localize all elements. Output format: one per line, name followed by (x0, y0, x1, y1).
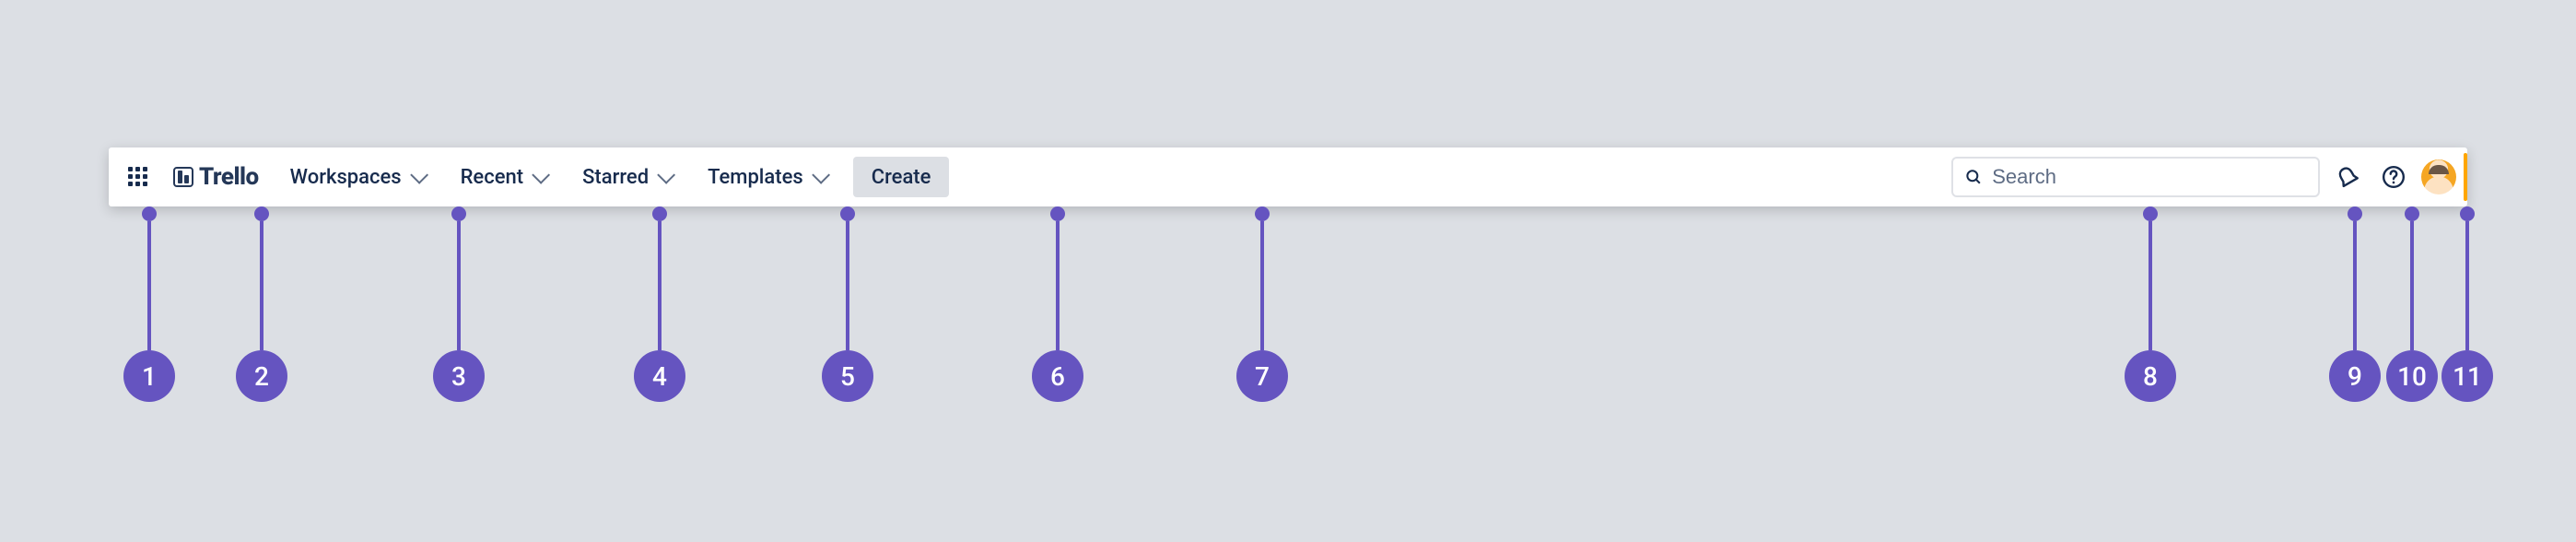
annotation-number: 11 (2441, 350, 2493, 402)
create-button-label: Create (872, 166, 931, 189)
annotation-line (658, 221, 662, 350)
annotation-dot (2348, 206, 2362, 221)
chevron-down-icon (532, 166, 550, 184)
annotation-number: 9 (2329, 350, 2381, 402)
menu-recent[interactable]: Recent (446, 159, 560, 195)
annotation-number: 1 (123, 350, 175, 402)
search-box[interactable] (1951, 157, 2320, 197)
annotation-line (2149, 221, 2152, 350)
annotation-marker: 9 (2329, 206, 2381, 402)
trello-logo-text: Trello (199, 163, 259, 191)
annotation-dot (840, 206, 855, 221)
menu-templates[interactable]: Templates (693, 159, 840, 195)
annotation-number: 10 (2386, 350, 2438, 402)
menu-label: Starred (582, 166, 649, 189)
annotation-number: 7 (1236, 350, 1288, 402)
annotation-number: 8 (2125, 350, 2176, 402)
annotation-number: 3 (433, 350, 485, 402)
trello-logo[interactable]: Trello (164, 159, 268, 195)
annotation-dot (1255, 206, 1270, 221)
trello-logo-icon (173, 167, 193, 187)
annotation-dot (2405, 206, 2419, 221)
help-icon (2382, 165, 2406, 189)
annotation-number: 5 (822, 350, 873, 402)
annotation-number: 4 (634, 350, 685, 402)
apps-grid-icon (128, 167, 148, 187)
annotation-marker: 6 (1032, 206, 1083, 402)
annotation-dot (1050, 206, 1065, 221)
menu-label: Recent (461, 166, 523, 189)
annotation-dot (451, 206, 466, 221)
annotation-line (1260, 221, 1264, 350)
annotation-marker: 10 (2386, 206, 2438, 402)
annotation-line (457, 221, 461, 350)
annotation-marker: 7 (1236, 206, 1288, 402)
annotation-number: 6 (1032, 350, 1083, 402)
annotation-line (2465, 221, 2469, 350)
annotation-line (260, 221, 263, 350)
chevron-down-icon (410, 166, 428, 184)
annotation-line (1056, 221, 1060, 350)
account-avatar[interactable] (2421, 159, 2456, 194)
menu-label: Templates (708, 166, 803, 189)
help-button[interactable] (2375, 159, 2412, 195)
annotation-dot (652, 206, 667, 221)
annotation-dot (2460, 206, 2475, 221)
annotation-line (147, 221, 151, 350)
create-button[interactable]: Create (853, 157, 950, 197)
annotation-line (2353, 221, 2357, 350)
search-icon (1964, 167, 1983, 187)
annotation-line (846, 221, 849, 350)
annotation-marker: 8 (2125, 206, 2176, 402)
bell-icon (2336, 165, 2359, 189)
annotation-dot (254, 206, 269, 221)
top-navbar: Trello Workspaces Recent Starred Templat… (109, 147, 2467, 206)
annotation-marker: 2 (236, 206, 287, 402)
annotation-line (2410, 221, 2414, 350)
menu-label: Workspaces (290, 166, 402, 189)
annotation-dot (2143, 206, 2158, 221)
annotation-number: 2 (236, 350, 287, 402)
search-input[interactable] (1992, 165, 2307, 189)
chevron-down-icon (812, 166, 830, 184)
annotation-dot (142, 206, 157, 221)
menu-workspaces[interactable]: Workspaces (275, 159, 439, 195)
annotation-marker: 3 (433, 206, 485, 402)
navbar-right (1951, 157, 2456, 197)
app-switcher-button[interactable] (120, 159, 157, 195)
annotation-marker: 4 (634, 206, 685, 402)
menu-starred[interactable]: Starred (568, 159, 685, 195)
chevron-down-icon (657, 166, 675, 184)
annotation-marker: 1 (123, 206, 175, 402)
annotation-marker: 5 (822, 206, 873, 402)
navbar-left: Trello Workspaces Recent Starred Templat… (120, 157, 949, 197)
annotation-marker: 11 (2441, 206, 2493, 402)
notifications-button[interactable] (2329, 159, 2366, 195)
annotation-layer: 1 2 3 4 5 6 7 8 91011 (0, 206, 2576, 446)
